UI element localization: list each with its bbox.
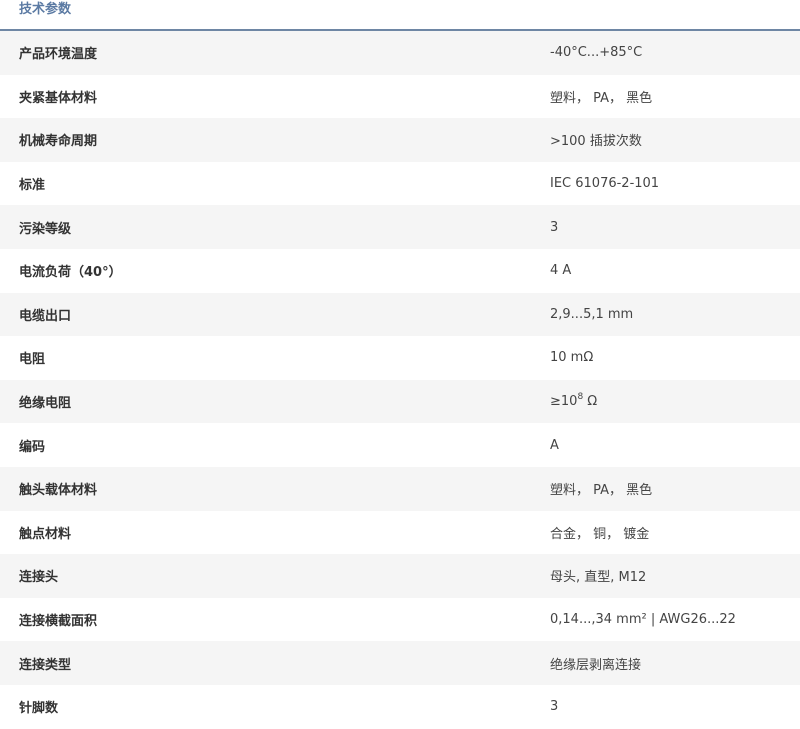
specs-header: 技术参数 — [0, 0, 800, 31]
spec-label: 产品环境温度 — [19, 47, 98, 63]
spec-label: 连接头 — [19, 570, 59, 586]
spec-row-contact-carrier-material: 触头载体材料 塑料， PA， 黑色 — [0, 466, 800, 511]
spec-label: 污染等级 — [19, 221, 72, 237]
spec-value: 2,9...5,1 mm — [550, 306, 634, 322]
spec-value: ≥108 Ω — [550, 393, 800, 410]
spec-label: 电流负荷（40°） — [19, 265, 122, 281]
spec-value: 3 — [550, 219, 559, 235]
spec-row-coding: 编码 A — [0, 423, 800, 467]
spec-value: 塑料， PA， 黑色 — [550, 483, 653, 499]
spec-label: 机械寿命周期 — [19, 134, 98, 150]
spec-value: -40°C...+85°C — [550, 45, 643, 61]
spec-value: 绝缘层剥离连接 — [550, 657, 642, 673]
spec-label: 标准 — [19, 178, 46, 194]
spec-value: 4 A — [550, 263, 572, 279]
spec-value: A — [550, 437, 559, 453]
spec-row-cable-outlet: 电缆出口 2,9...5,1 mm — [0, 292, 800, 337]
spec-value-base: ≥10 — [550, 394, 578, 410]
spec-row-resistance: 电阻 10 mΩ — [0, 336, 800, 380]
spec-value: 0,14...,34 mm² | AWG26...22 — [550, 612, 736, 628]
spec-row-pollution-degree: 污染等级 3 — [0, 205, 800, 249]
spec-label: 连接横截面积 — [19, 614, 98, 630]
specs-table: 产品环境温度 -40°C...+85°C 夹紧基体材料 塑料， PA， 黑色 机… — [0, 31, 800, 729]
spec-label: 连接类型 — [19, 657, 72, 673]
spec-row-clamp-body-material: 夹紧基体材料 塑料， PA， 黑色 — [0, 74, 800, 119]
spec-row-connector: 连接头 母头, 直型, M12 — [0, 554, 800, 598]
spec-row-insulation-resistance: 绝缘电阻 ≥108 Ω — [0, 379, 800, 424]
spec-value: 塑料， PA， 黑色 — [550, 90, 653, 106]
spec-row-pin-count: 针脚数 3 — [0, 684, 800, 729]
spec-value: IEC 61076-2-101 — [550, 176, 660, 192]
spec-value: 10 mΩ — [550, 350, 594, 366]
spec-row-standard: 标准 IEC 61076-2-101 — [0, 161, 800, 206]
spec-label: 绝缘电阻 — [19, 396, 72, 412]
spec-row-current-load: 电流负荷（40°） 4 A — [0, 248, 800, 293]
spec-row-contact-material: 触点材料 合金， 铜， 镀金 — [0, 510, 800, 555]
spec-label: 编码 — [19, 439, 46, 455]
specs-header-title: 技术参数 — [19, 2, 72, 17]
spec-row-connection-type: 连接类型 绝缘层剥离连接 — [0, 641, 800, 685]
spec-row-mechanical-life: 机械寿命周期 >100 插拔次数 — [0, 118, 800, 162]
spec-value: 母头, 直型, M12 — [550, 570, 647, 586]
spec-value: >100 插拔次数 — [550, 134, 642, 150]
spec-value: 3 — [550, 699, 559, 715]
spec-value-unit: Ω — [583, 394, 598, 410]
spec-label: 夹紧基体材料 — [19, 90, 98, 106]
spec-row-ambient-temperature: 产品环境温度 -40°C...+85°C — [0, 31, 800, 75]
spec-label: 触头载体材料 — [19, 483, 98, 499]
spec-label: 电阻 — [19, 352, 46, 368]
spec-label: 电缆出口 — [19, 308, 72, 324]
spec-row-cross-section: 连接横截面积 0,14...,34 mm² | AWG26...22 — [0, 597, 800, 642]
technical-specs-panel: 技术参数 产品环境温度 -40°C...+85°C 夹紧基体材料 塑料， PA，… — [0, 0, 800, 729]
spec-label: 触点材料 — [19, 526, 72, 542]
spec-value: 合金， 铜， 镀金 — [550, 526, 650, 542]
spec-label: 针脚数 — [19, 701, 59, 717]
